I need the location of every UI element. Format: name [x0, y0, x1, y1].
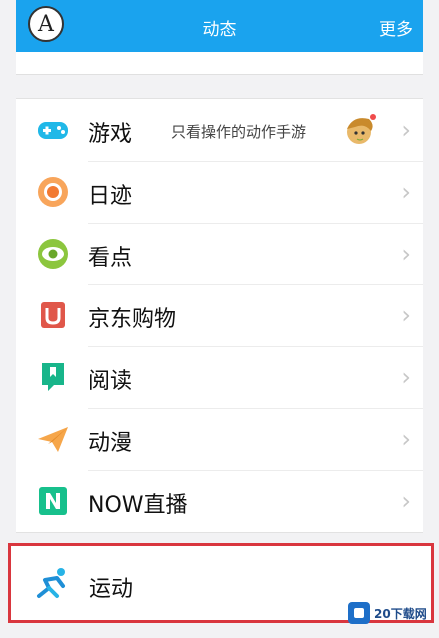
menu-item-label: 游戏	[88, 122, 133, 147]
book-icon	[42, 363, 64, 392]
shopping-icon	[41, 302, 65, 329]
watermark-text: 20下载网	[374, 606, 427, 621]
running-icon	[37, 568, 65, 598]
menu-list: 游戏 只看操作的动作手游 › 日迹 › 看点 › 京东购物 › 阅读 › 动漫 …	[16, 98, 423, 533]
gamepad-icon	[38, 122, 68, 139]
watermark: 20下载网	[348, 593, 438, 633]
watermark-logo-icon	[348, 602, 370, 624]
menu-item-anime[interactable]: 动漫 ›	[16, 407, 423, 470]
menu-item-label: 日迹	[88, 183, 133, 209]
chevron-right-icon: ›	[401, 239, 411, 268]
now-live-icon	[39, 486, 67, 515]
game-character-icon	[347, 114, 376, 144]
moments-icon	[38, 176, 68, 207]
menu-item-reading[interactable]: 阅读 ›	[16, 346, 423, 408]
chevron-right-icon: ›	[401, 301, 411, 330]
menu-item-moments[interactable]: 日迹 ›	[16, 160, 423, 223]
chevron-right-icon: ›	[401, 116, 411, 144]
game-promo-text: 只看操作的动作手游	[171, 123, 307, 141]
menu-item-game[interactable]: 游戏 只看操作的动作手游 ›	[16, 99, 423, 161]
more-button[interactable]: 更多	[379, 15, 413, 40]
menu-item-label: 运动	[89, 577, 134, 602]
chevron-right-icon: ›	[401, 424, 411, 453]
menu-item-now-live[interactable]: NOW直播 ›	[16, 469, 423, 532]
menu-item-label: 阅读	[88, 369, 133, 395]
chevron-right-icon: ›	[401, 363, 411, 392]
menu-item-label: 动漫	[88, 430, 133, 456]
page-title: 动态	[202, 20, 237, 40]
top-spacer	[16, 52, 423, 75]
chevron-right-icon: ›	[401, 486, 411, 515]
menu-item-jd-shopping[interactable]: 京东购物 ›	[16, 284, 423, 346]
top-bar: A 动态 更多	[16, 0, 423, 52]
menu-item-label: 京东购物	[88, 307, 177, 333]
eye-icon	[38, 238, 68, 269]
menu-item-label: 看点	[88, 245, 133, 271]
paper-plane-icon	[38, 426, 68, 452]
chevron-right-icon: ›	[401, 177, 411, 206]
menu-item-kandian[interactable]: 看点 ›	[16, 222, 423, 285]
menu-item-label: NOW直播	[88, 492, 188, 518]
